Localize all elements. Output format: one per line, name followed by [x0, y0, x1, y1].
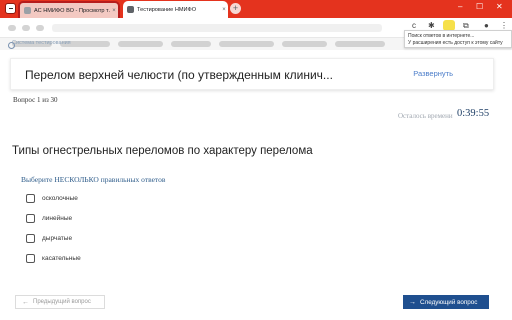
minimize-button[interactable]: –	[458, 2, 462, 11]
answer-option[interactable]: касательные	[26, 254, 81, 263]
answer-label[interactable]: касательные	[42, 255, 81, 262]
bookmark-item[interactable]	[171, 41, 211, 47]
tab-title: АС НМИФО ВО - Просмотр т…	[34, 7, 110, 14]
extension-star-icon[interactable]: ✱	[428, 21, 435, 30]
question-instruction: Выберите НЕСКОЛЬКО правильных ответов	[21, 175, 166, 184]
arrow-right-icon: →	[409, 298, 416, 306]
bookmark-item[interactable]	[118, 41, 163, 47]
close-window-button[interactable]: ✕	[496, 2, 503, 11]
answer-option[interactable]: линейные	[26, 214, 72, 223]
next-question-button[interactable]: → Следующий вопрос	[403, 295, 489, 309]
timer-value: 0:39:55	[457, 108, 490, 119]
menu-icon[interactable]: ⋮	[500, 21, 508, 30]
close-tab-icon[interactable]: ×	[220, 7, 228, 13]
tooltip-line: У расширения есть доступ к этому сайту	[408, 39, 503, 46]
new-tab-button[interactable]: +	[230, 3, 241, 14]
site-favicon-icon	[127, 6, 134, 13]
tab-testing-nmifo[interactable]: Тестирование НМИФО ×	[123, 1, 228, 18]
answer-label[interactable]: линейные	[42, 215, 72, 222]
previous-question-button[interactable]: ← Предыдущий вопрос	[15, 295, 105, 309]
extension-tooltip: Поиск ответов в интернете... У расширени…	[404, 30, 512, 48]
close-tab-icon[interactable]: ×	[110, 8, 118, 14]
answer-checkbox[interactable]	[26, 254, 35, 263]
bookmark-item[interactable]	[282, 41, 327, 47]
next-question-label: Следующий вопрос	[420, 298, 478, 306]
site-subtitle: Система тестирования	[12, 40, 71, 46]
answer-option[interactable]: осколочные	[26, 194, 78, 203]
bookmark-item[interactable]	[219, 41, 274, 47]
arrow-left-icon: ←	[22, 298, 29, 306]
bookmark-item[interactable]	[335, 41, 385, 47]
address-bar[interactable]	[52, 24, 382, 32]
maximize-button[interactable]: ☐	[476, 2, 483, 11]
answer-checkbox[interactable]	[26, 214, 35, 223]
forward-icon[interactable]	[22, 25, 30, 31]
profile-icon[interactable]: ●	[484, 21, 489, 30]
answer-option[interactable]: дырчатые	[26, 234, 72, 243]
answer-checkbox[interactable]	[26, 234, 35, 243]
tab-title: Тестирование НМИФО	[137, 6, 197, 13]
answer-label[interactable]: дырчатые	[42, 235, 72, 242]
tab-search-icon[interactable]	[5, 3, 16, 14]
browser-tab-bar: АС НМИФО ВО - Просмотр т… × Тестирование…	[0, 0, 512, 18]
expand-button[interactable]: Развернуть	[413, 69, 453, 78]
back-icon[interactable]	[8, 25, 16, 31]
timer-label: Осталось времени	[398, 112, 453, 120]
site-favicon-icon	[24, 7, 31, 14]
answer-checkbox[interactable]	[26, 194, 35, 203]
extension-c-icon[interactable]: c	[412, 21, 416, 30]
question-counter: Вопрос 1 из 30	[13, 96, 58, 104]
answer-label[interactable]: осколочные	[42, 195, 78, 202]
reload-icon[interactable]	[36, 25, 44, 31]
topic-card: Перелом верхней челюсти (по утвержденным…	[10, 58, 494, 90]
topic-title: Перелом верхней челюсти (по утвержденным…	[25, 68, 333, 82]
tab-nmifo-view[interactable]: АС НМИФО ВО - Просмотр т… ×	[18, 1, 120, 18]
question-text: Типы огнестрельных переломов по характер…	[12, 145, 313, 157]
previous-question-label: Предыдущий вопрос	[33, 299, 91, 305]
